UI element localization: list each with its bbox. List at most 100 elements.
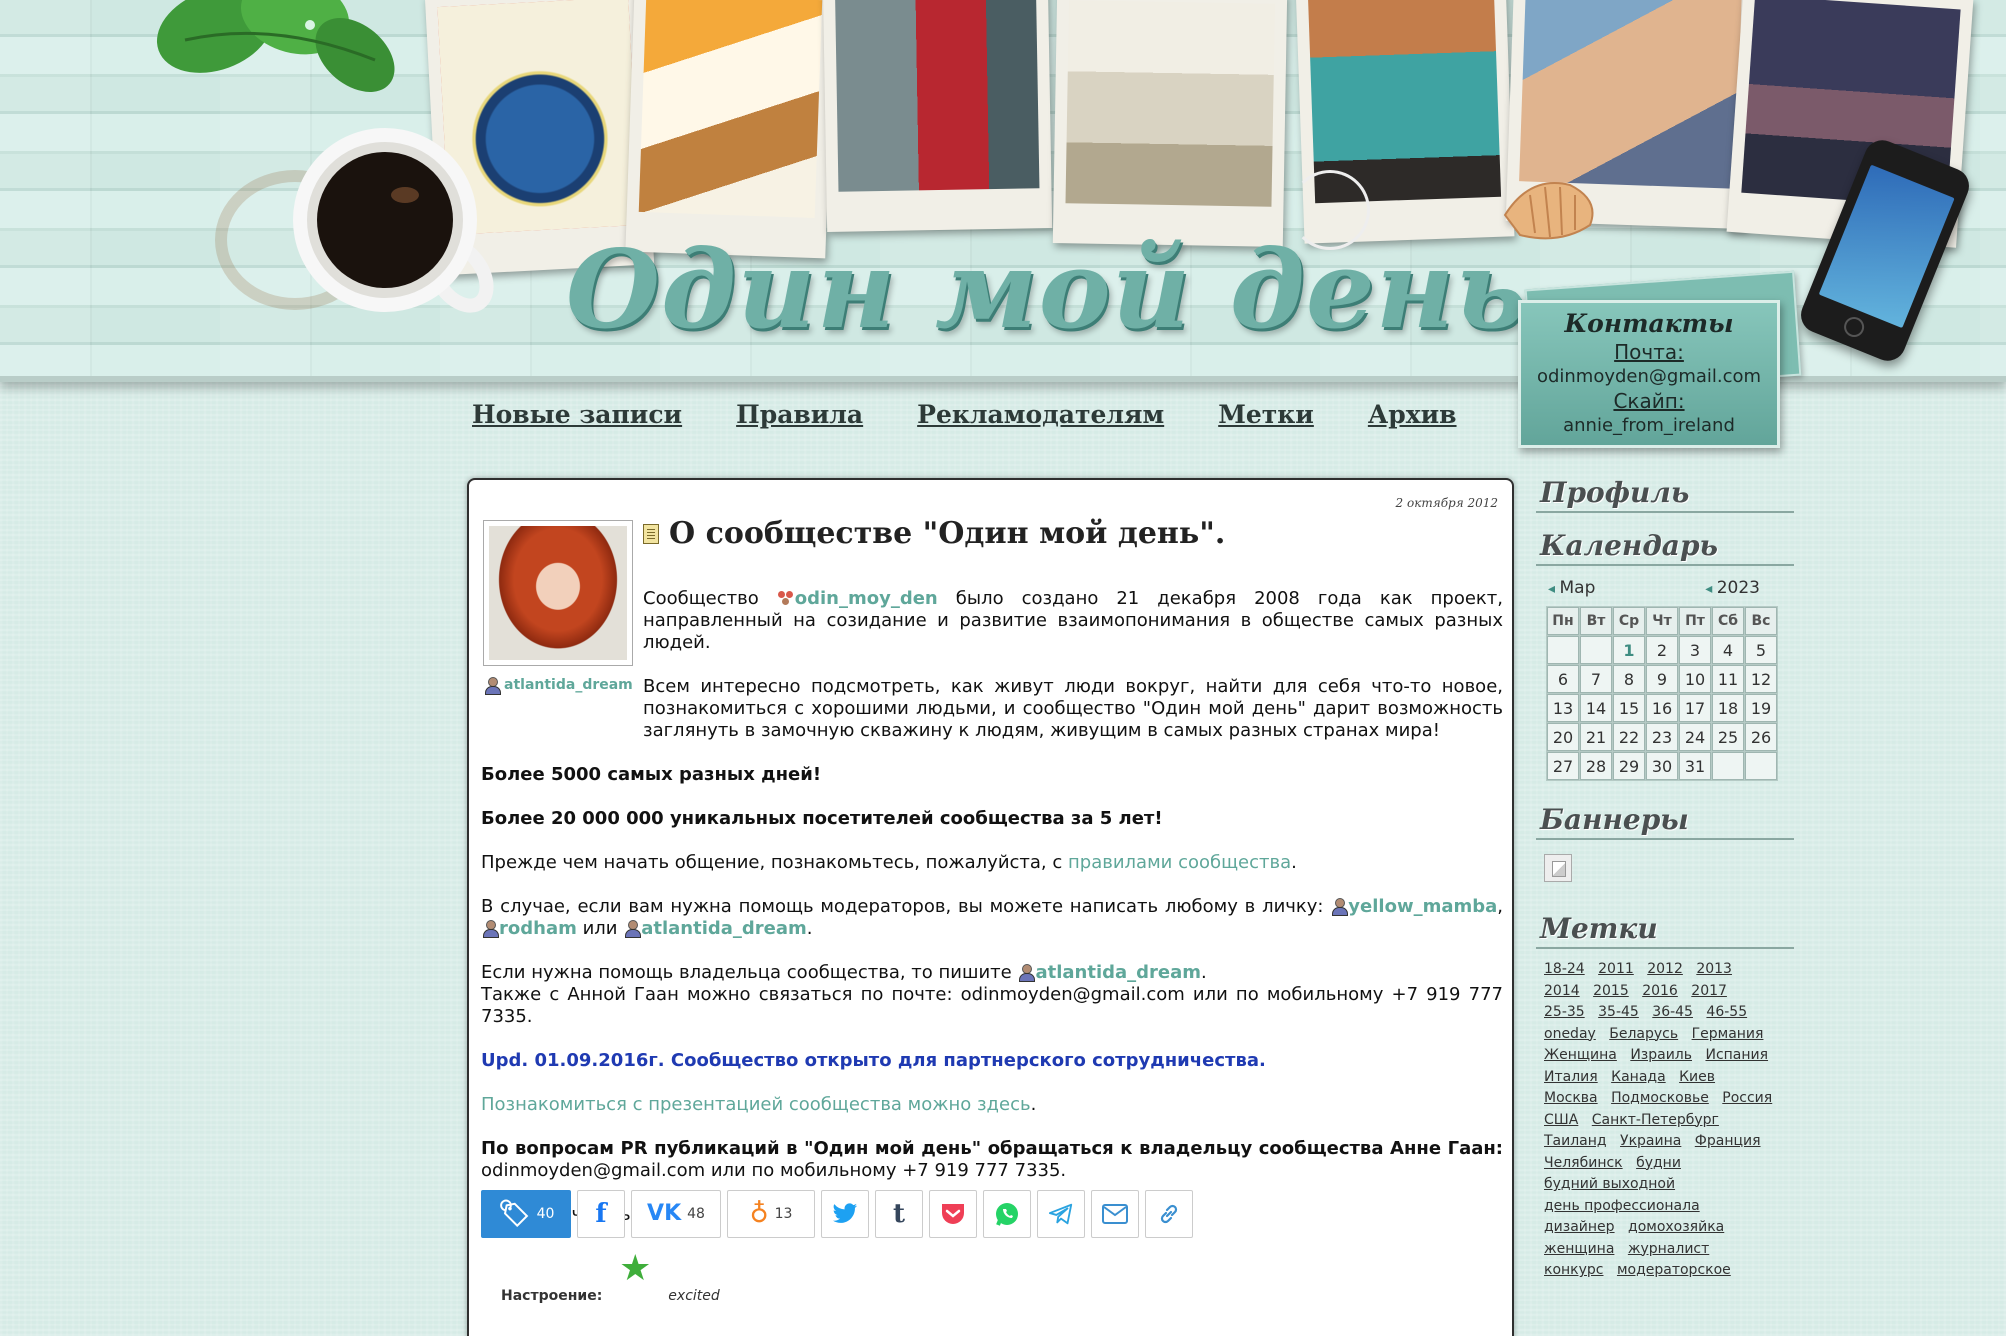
tag-link[interactable]: 2015 [1593,983,1629,999]
tag-link[interactable]: Киев [1679,1069,1715,1085]
tag-link[interactable]: Подмосковье [1611,1090,1709,1106]
tag-link[interactable]: будни [1636,1155,1681,1171]
post-paragraph-7: Если нужна помощь владельца сообщества, … [481,962,1503,1028]
post-paragraph-10: По вопросам PR публикаций в "Один мой де… [481,1138,1503,1182]
tag-link[interactable]: 46-55 [1706,1004,1747,1020]
whatsapp-share-button[interactable] [983,1190,1031,1238]
tag-link[interactable]: 2016 [1642,983,1678,999]
user-link-owner[interactable]: atlantida_dream [1035,962,1201,983]
tag-link[interactable]: конкурс [1544,1262,1604,1278]
sidebar-profile-heading[interactable]: Профиль [1536,476,1794,513]
calendar-day: 4 [1712,636,1744,664]
tag-link[interactable]: домохозяйка [1628,1219,1724,1235]
calendar-day: 26 [1745,723,1777,751]
document-icon [643,523,659,544]
calendar-month-prev[interactable]: Мар [1548,578,1595,598]
facebook-share-button[interactable]: f [577,1190,625,1238]
share-icon: 🏷 [497,1199,531,1229]
tag-link[interactable]: Израиль [1630,1047,1692,1063]
ok-share-button[interactable]: ♁ 13 [727,1190,815,1238]
tag-link[interactable]: 35-45 [1598,1004,1639,1020]
rules-link[interactable]: правилами сообщества [1068,852,1291,873]
contacts-mail-value: odinmoyden@gmail.com [1536,366,1762,387]
calendar-day[interactable]: 1 [1613,636,1645,664]
tag-link[interactable]: журналист [1628,1241,1709,1257]
tag-link[interactable]: 25-35 [1544,1004,1585,1020]
tag-link[interactable]: модераторское [1617,1262,1731,1278]
user-icon [1330,897,1349,916]
community-link[interactable]: odin_moy_den [795,588,938,609]
calendar-day: 3 [1679,636,1711,664]
tag-link[interactable]: будний выходной [1544,1176,1675,1192]
user-link-yellow-mamba[interactable]: yellow_mamba [1348,896,1497,917]
twitter-share-button[interactable] [821,1190,869,1238]
tag-link[interactable]: oneday [1544,1026,1596,1042]
post-title-text[interactable]: О сообществе "Один мой день". [669,516,1225,551]
mood-row: Настроение: ★ excited [501,1251,720,1305]
tag-link[interactable]: Канада [1611,1069,1666,1085]
post-paragraph-2: Всем интересно подсмотреть, как живут лю… [643,676,1503,741]
calendar-day: 8 [1613,665,1645,693]
calendar-day: 18 [1712,694,1744,722]
calendar-day: 17 [1679,694,1711,722]
post-paragraph-1: Сообщество odin_moy_den было создано 21 … [643,588,1503,654]
tag-link[interactable]: 2012 [1647,961,1683,977]
calendar-day: 13 [1547,694,1579,722]
tag-link[interactable]: день профессионала [1544,1198,1700,1214]
presentation-link[interactable]: Познакомиться с презентацией сообщества … [481,1094,1031,1115]
photo-breakfast [625,0,835,259]
p6-end: . [806,918,813,939]
tag-link[interactable]: дизайнер [1544,1219,1615,1235]
contacts-skype-label[interactable]: Скайп: [1521,389,1777,413]
tag-link[interactable]: 2017 [1691,983,1727,999]
calendar-weekday: Вс [1745,607,1777,635]
tag-link[interactable]: Санкт-Петербург [1592,1112,1719,1128]
tag-link[interactable]: Украина [1620,1133,1681,1149]
nav-advertisers[interactable]: Рекламодателям [917,400,1164,440]
tag-link[interactable]: Италия [1544,1069,1598,1085]
tag-link[interactable]: женщина [1544,1241,1614,1257]
user-link-rodham[interactable]: rodham [499,918,577,939]
tag-link[interactable]: Москва [1544,1090,1598,1106]
tag-link[interactable]: Таиланд [1544,1133,1607,1149]
contacts-mail-label[interactable]: Почта: [1521,340,1777,364]
tag-link[interactable]: 2011 [1598,961,1634,977]
banner-image-placeholder[interactable] [1544,854,1572,882]
tag-link[interactable]: США [1544,1112,1578,1128]
tag-link[interactable]: Франция [1695,1133,1761,1149]
tag-link[interactable]: Женщина [1544,1047,1617,1063]
ok-icon: ♁ [749,1199,769,1229]
p6-sep: , [1497,896,1503,917]
tag-link[interactable]: Беларусь [1609,1026,1678,1042]
tag-link[interactable]: Германия [1692,1026,1764,1042]
tag-link[interactable]: Испания [1705,1047,1768,1063]
tag-link[interactable]: 2013 [1696,961,1732,977]
telegram-share-button[interactable] [1037,1190,1085,1238]
share-button[interactable]: 🏷 40 [481,1190,571,1238]
calendar-day: 31 [1679,752,1711,780]
copy-link-button[interactable] [1145,1190,1193,1238]
user-link-atlantida-dream[interactable]: atlantida_dream [641,918,807,939]
nav-tags[interactable]: Метки [1218,400,1314,440]
site-title[interactable]: Один мой день [566,236,1528,344]
calendar-day: 21 [1580,723,1612,751]
nav-archive[interactable]: Архив [1368,400,1457,440]
vk-share-button[interactable]: VK 48 [631,1190,721,1238]
tag-link[interactable]: Челябинск [1544,1155,1623,1171]
tag-link[interactable]: 18-24 [1544,961,1585,977]
tag-link[interactable]: 2014 [1544,983,1580,999]
calendar-nav: Мар 2023 [1536,566,1794,606]
calendar-weekday: Вт [1580,607,1612,635]
nav-rules[interactable]: Правила [736,400,863,440]
calendar-year-prev[interactable]: 2023 [1705,578,1760,598]
pocket-share-button[interactable] [929,1190,977,1238]
nav-new-posts[interactable]: Новые записи [472,400,682,440]
mail-icon [1102,1204,1128,1224]
link-icon [1160,1204,1178,1224]
email-share-button[interactable] [1091,1190,1139,1238]
calendar-day: 14 [1580,694,1612,722]
tag-link[interactable]: 36-45 [1652,1004,1693,1020]
calendar-day: 19 [1745,694,1777,722]
tag-link[interactable]: Россия [1722,1090,1772,1106]
tumblr-share-button[interactable]: t [875,1190,923,1238]
